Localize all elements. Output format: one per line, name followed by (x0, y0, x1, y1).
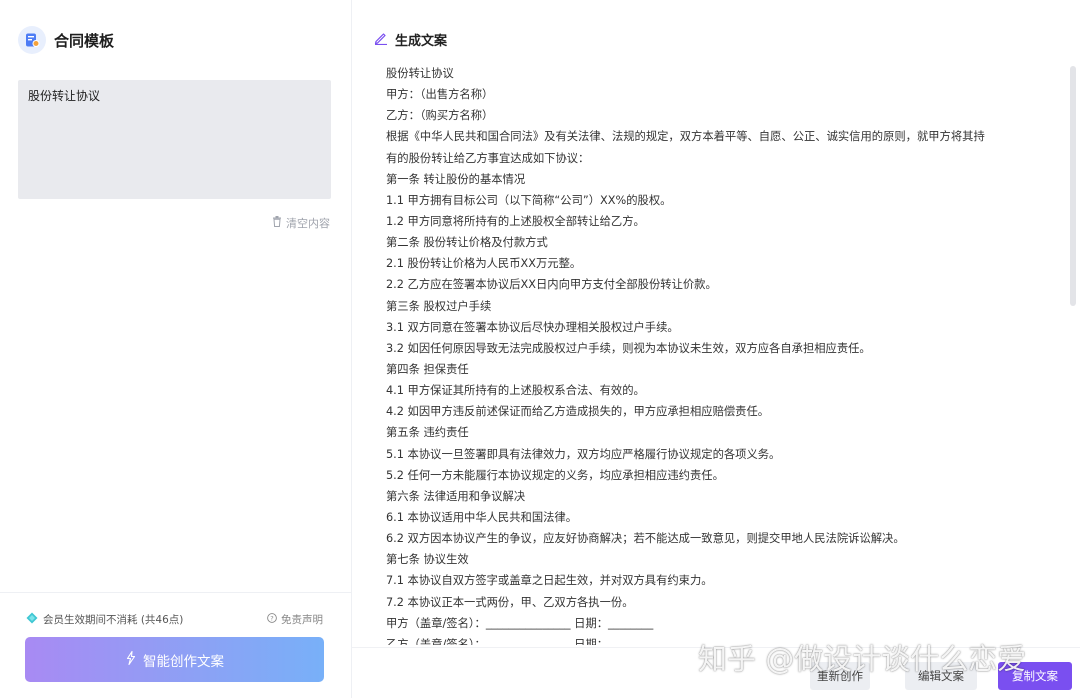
doc-line: 1.1 甲方拥有目标公司（以下简称“公司”）XX%的股权。 (386, 193, 672, 207)
doc-line: 根据《中华人民共和国合同法》及有关法律、法规的规定，双方本着平等、自愿、公正、诚… (386, 130, 985, 144)
doc-line: 2.2 乙方应在签署本协议后XX日内向甲方支付全部股份转让价款。 (386, 278, 717, 292)
doc-line: 4.2 如因甲方违反前述保证而给乙方造成损失的，甲方应承担相应赔偿责任。 (386, 405, 770, 419)
clear-content-button[interactable]: 清空内容 (272, 215, 330, 231)
doc-line: 乙方（盖章/签名）：_______________ 日期：________ (386, 637, 654, 645)
copy-button[interactable]: 复制文案 (998, 662, 1072, 690)
member-note: 会员生效期间不消耗 (共46点) (26, 612, 183, 627)
doc-line: 7.2 本协议正本一式两份，甲、乙双方各执一份。 (386, 595, 634, 609)
doc-line: 1.2 甲方同意将所持有的上述股权全部转让给乙方。 (386, 214, 645, 228)
doc-line: 乙方：（购买方名称） (386, 109, 494, 123)
prompt-input[interactable]: 股份转让协议 (18, 80, 331, 199)
doc-line: 第四条 担保责任 (386, 362, 469, 376)
doc-line: 5.1 本协议一旦签署即具有法律效力，双方均应严格履行协议规定的各项义务。 (386, 447, 781, 461)
doc-line: 6.1 本协议适用中华人民共和国法律。 (386, 510, 578, 524)
template-icon (18, 26, 46, 54)
doc-line: 第一条 转让股份的基本情况 (386, 172, 526, 186)
doc-line: 第三条 股权过户手续 (386, 299, 492, 313)
doc-line: 第七条 协议生效 (386, 553, 469, 567)
doc-line: 甲方（盖章/签名）：_______________ 日期：________ (386, 616, 654, 630)
doc-line: 第六条 法律适用和争议解决 (386, 489, 526, 503)
doc-line: 3.1 双方同意在签署本协议后尽快办理相关股权过户手续。 (386, 320, 679, 334)
question-circle-icon: ? (267, 613, 277, 626)
left-panel: 合同模板 股份转让协议 清空内容 会员生效期间不消耗 (共46点) ? 免责声明… (0, 0, 352, 698)
doc-line: 3.2 如因任何原因导致无法完成股权过户手续，则视为本协议未生效，双方应各自承担… (386, 341, 871, 355)
svg-text:?: ? (270, 614, 273, 622)
right-panel: 生成文案 股份转让协议甲方：（出售方名称） 乙方：（购买方名称） 根据《中华人民共和… (352, 0, 1080, 698)
right-header: 生成文案 (374, 30, 448, 50)
doc-line: 5.2 任何一方未能履行本协议规定的义务，均应承担相应违约责任。 (386, 468, 724, 482)
left-title: 合同模板 (54, 31, 115, 50)
doc-line: 有的股份转让给乙方事宜达成如下协议： (386, 151, 590, 165)
scrollbar-thumb[interactable] (1070, 66, 1076, 306)
doc-line: 第二条 股份转让价格及付款方式 (386, 236, 548, 250)
action-bar: 重新创作 编辑文案 复制文案 (352, 647, 1080, 698)
doc-line: 7.1 本协议自双方签字或盖章之日起生效，并对双方具有约束力。 (386, 574, 713, 588)
create-button-label: 智能创作文案 (143, 653, 224, 670)
scrollbar[interactable] (1070, 66, 1076, 644)
doc-line: 第五条 违约责任 (386, 426, 469, 440)
member-note-text: 会员生效期间不消耗 (共46点) (43, 614, 184, 626)
pencil-icon (374, 30, 388, 49)
disclaimer-link[interactable]: ? 免责声明 (267, 612, 323, 627)
divider (0, 592, 352, 593)
magic-wand-icon (125, 650, 137, 669)
regenerate-button[interactable]: 重新创作 (810, 662, 870, 690)
create-button[interactable]: 智能创作文案 (25, 637, 324, 682)
edit-button[interactable]: 编辑文案 (905, 662, 977, 690)
right-title: 生成文案 (395, 30, 448, 50)
doc-line: 2.1 股份转让价格为人民币XX万元整。 (386, 257, 582, 271)
trash-icon (272, 216, 282, 230)
disclaimer-label: 免责声明 (281, 614, 323, 626)
doc-line: 4.1 甲方保证其所持有的上述股权系合法、有效的。 (386, 384, 645, 398)
doc-line: 6.2 双方因本协议产生的争议，应友好协商解决；若不能达成一致意见，则提交甲地人… (386, 532, 905, 546)
generated-document: 股份转让协议甲方：（出售方名称） 乙方：（购买方名称） 根据《中华人民共和国合同法》… (386, 63, 1066, 645)
clear-content-label: 清空内容 (286, 217, 330, 230)
diamond-icon (26, 612, 38, 627)
doc-line: 股份转让协议 (386, 67, 454, 80)
left-header: 合同模板 (18, 26, 114, 54)
doc-line: 甲方：（出售方名称） (386, 88, 494, 102)
